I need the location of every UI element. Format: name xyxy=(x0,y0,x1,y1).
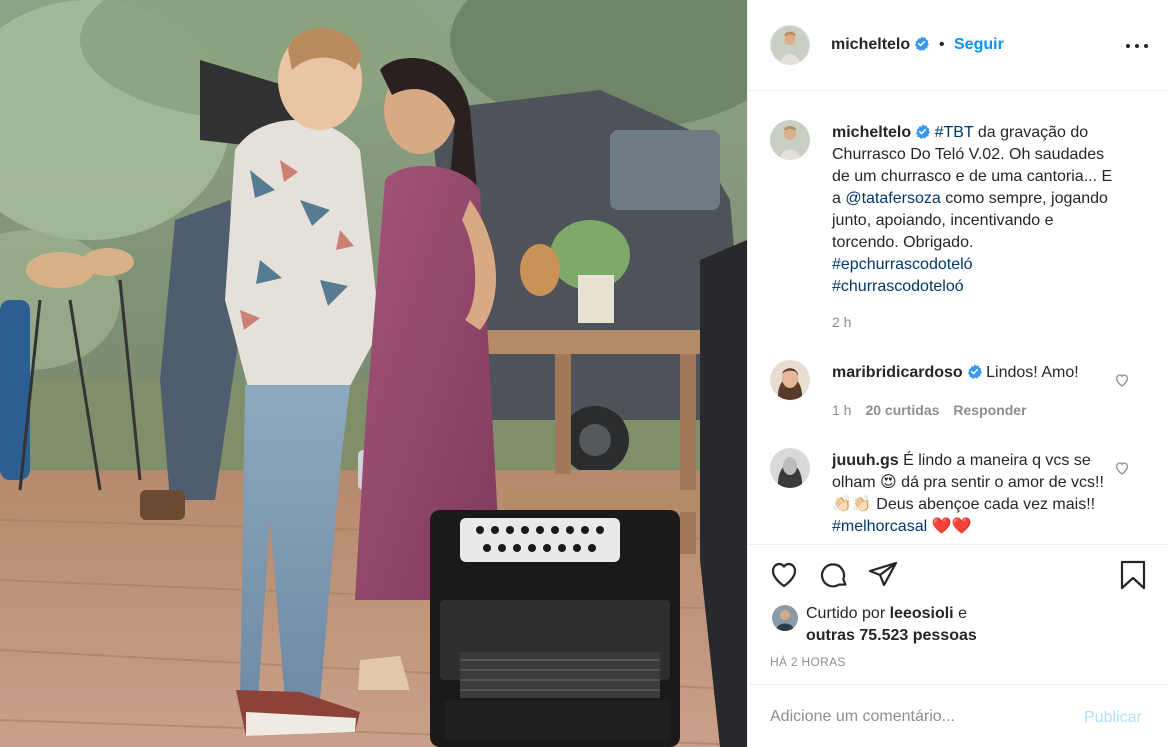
liker-username[interactable]: leeosioli xyxy=(890,605,954,622)
caption-time[interactable]: 2 h xyxy=(832,314,851,330)
more-options-icon[interactable] xyxy=(1126,36,1148,56)
paper-plane-icon[interactable] xyxy=(867,559,899,591)
commenter-avatar[interactable] xyxy=(770,360,810,400)
author-avatar[interactable] xyxy=(770,25,810,65)
header-separator: • xyxy=(939,36,945,53)
verified-badge-icon xyxy=(967,364,982,379)
hashtag-link[interactable]: #melhorcasal xyxy=(832,518,927,535)
comment-likes[interactable]: 20 curtidas xyxy=(865,402,939,418)
heart-icon[interactable] xyxy=(1114,372,1130,388)
commenter-username[interactable]: juuuh.gs xyxy=(832,452,899,469)
emoji-heart-eyes: 😍 xyxy=(880,474,897,491)
comment-time[interactable]: 1 h xyxy=(832,402,851,418)
comment-icon[interactable] xyxy=(818,559,850,591)
likes-middle: e xyxy=(953,605,967,622)
liker-avatar[interactable] xyxy=(772,605,798,631)
comments-section[interactable]: micheltelo #TBT da gravação do Churrasco… xyxy=(748,92,1168,544)
add-comment-bar: Adicione um comentário... Publicar xyxy=(748,684,1168,747)
hashtag-link-2[interactable]: #churrascodoteloó xyxy=(832,278,964,295)
post-header: micheltelo • Seguir xyxy=(748,0,1168,91)
hashtag-tbt[interactable]: #TBT xyxy=(935,124,974,141)
follow-button[interactable]: Seguir xyxy=(954,36,1004,54)
comment-body: Lindos! Amo! xyxy=(986,364,1079,381)
post-timestamp[interactable]: HÁ 2 HORAS xyxy=(770,655,846,669)
author-username[interactable]: micheltelo xyxy=(831,36,930,54)
instagram-post: micheltelo • Seguir micheltelo #TBT da g… xyxy=(0,0,1168,747)
comment-meta: 1 h 20 curtidas Responder xyxy=(832,402,1027,418)
commenter-username[interactable]: maribridicardoso xyxy=(832,364,963,381)
hashtag-link-1[interactable]: #epchurrascodoteló xyxy=(832,256,973,273)
publish-button[interactable]: Publicar xyxy=(1084,709,1142,727)
comment-text: maribridicardoso Lindos! Amo! xyxy=(832,362,1122,384)
verified-badge-icon xyxy=(914,36,930,51)
verified-badge-icon xyxy=(915,124,931,139)
comment-input[interactable]: Adicione um comentário... xyxy=(770,708,955,726)
post-caption: micheltelo #TBT da gravação do Churrasco… xyxy=(748,120,1168,340)
commenter-avatar[interactable] xyxy=(770,448,810,488)
author-username-text[interactable]: micheltelo xyxy=(831,36,910,53)
caption-username[interactable]: micheltelo xyxy=(832,124,911,141)
reply-button[interactable]: Responder xyxy=(953,402,1026,418)
emoji-clapping: 👏🏻👏🏻 xyxy=(832,496,872,513)
post-side-panel: micheltelo • Seguir micheltelo #TBT da g… xyxy=(747,0,1168,747)
bookmark-icon[interactable] xyxy=(1117,559,1149,591)
heart-icon[interactable] xyxy=(768,559,800,591)
comment-item: juuuh.gs É lindo a maneira q vcs se olha… xyxy=(748,448,1168,544)
post-actions: Curtido por leeosioli e outras 75.523 pes… xyxy=(748,544,1168,684)
emoji-hearts: ❤️❤️ xyxy=(931,518,972,535)
comment-item: maribridicardoso Lindos! Amo! 1 h 20 curt… xyxy=(748,360,1168,430)
caption-time-text[interactable]: 2 h xyxy=(832,314,851,330)
likes-count[interactable]: outras 75.523 pessoas xyxy=(806,627,977,644)
comment-text: juuuh.gs É lindo a maneira q vcs se olha… xyxy=(832,450,1122,538)
mention-link[interactable]: @tatafersoza xyxy=(845,190,940,207)
comment-body-3: Deus abençoe cada vez mais!! xyxy=(871,496,1096,513)
likes-text: Curtido por leeosioli e outras 75.523 pes… xyxy=(806,603,1146,647)
post-photo[interactable] xyxy=(0,0,747,747)
caption-author-avatar[interactable] xyxy=(770,120,810,160)
photo-scene xyxy=(0,0,747,747)
comment-body-2: dá pra sentir o amor de vcs!! xyxy=(896,474,1104,491)
caption-text: micheltelo #TBT da gravação do Churrasco… xyxy=(832,122,1122,298)
likes-prefix: Curtido por xyxy=(806,605,890,622)
heart-icon[interactable] xyxy=(1114,460,1130,476)
